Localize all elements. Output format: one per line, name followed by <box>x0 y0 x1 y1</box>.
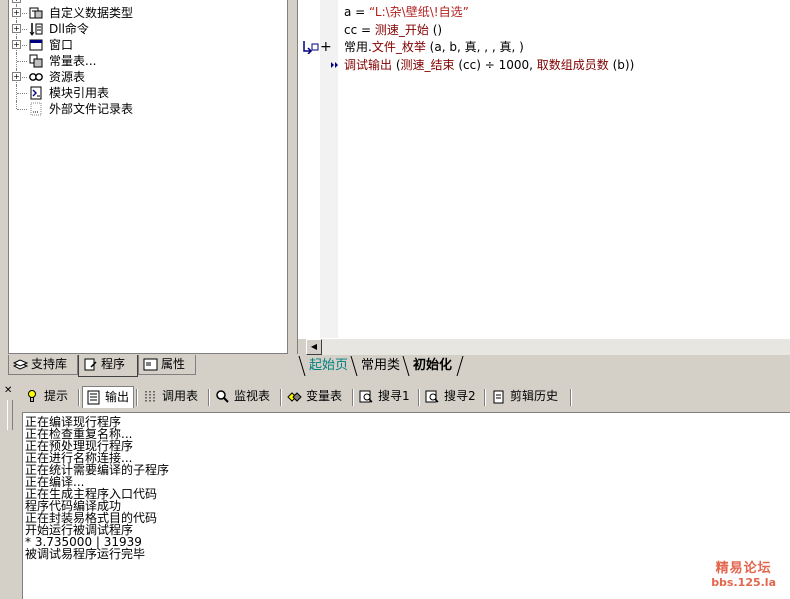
call-table-icon <box>145 391 155 402</box>
tree-item-label: Dll命令 <box>49 22 89 36</box>
tab-support-library[interactable]: 支持库 <box>8 355 78 375</box>
vertical-splitter[interactable] <box>290 0 297 378</box>
expand-icon[interactable]: + <box>12 8 21 17</box>
double-arrow-icon <box>331 62 338 68</box>
tree-item-label: 模块引用表 <box>49 86 110 100</box>
scroll-track[interactable] <box>322 339 790 355</box>
code-line-3[interactable]: 常用.文件_枚举 (a, b, 真, , , 真, ) <box>344 38 524 56</box>
panel-handle: ✕ <box>0 382 20 599</box>
code-line-2[interactable]: cc = 测速_开始 () <box>344 21 442 39</box>
tab-variables[interactable]: 变量表 <box>284 386 350 408</box>
output-text-area[interactable]: 正在编译现行程序 正在检查重复名称... 正在预处理现行程序 正在进行名称连接.… <box>22 412 790 599</box>
tree-item-external-files[interactable]: 外部文件记录表 <box>9 101 279 117</box>
output-tool-tabs: 提示 输出 调用表 监视表 变量表 搜寻1 搜寻2 剪辑历史 <box>20 386 790 408</box>
file-icon <box>30 102 42 116</box>
expand-icon[interactable]: + <box>12 24 21 33</box>
expand-icon[interactable]: + <box>12 40 21 49</box>
watermark-title: 精易论坛 <box>715 561 772 576</box>
watermark-logo: 精易论坛 bbs.125.la <box>711 557 776 589</box>
clipboard-icon <box>493 390 504 404</box>
tab-call-table[interactable]: 调用表 <box>140 386 206 408</box>
tree-item-data-types[interactable]: + 自定义数据类型 <box>9 5 279 21</box>
output-line: 被调试易程序运行完毕 <box>25 547 146 561</box>
variables-icon <box>287 392 302 402</box>
watermark-url: bbs.125.la <box>711 576 776 589</box>
tab-label: 程序 <box>101 357 126 371</box>
tab-program[interactable]: 程序 <box>78 355 138 377</box>
search-icon <box>425 390 439 403</box>
expand-icon: + <box>12 0 21 3</box>
code-editor[interactable]: a = “L:\杂\壁纸\!自选” cc = 测速_开始 () + 常用.文件_… <box>297 0 790 355</box>
tree-item-label: 外部文件记录表 <box>49 102 134 116</box>
tab-search-1[interactable]: 搜寻1 <box>356 386 416 408</box>
program-icon <box>84 358 97 371</box>
property-icon <box>143 358 158 371</box>
resource-icon <box>29 73 43 81</box>
program-tree[interactable]: + + 自定义数据类型 + Dll命令 + 窗口 <box>8 0 288 354</box>
tab-search-2[interactable]: 搜寻2 <box>422 386 482 408</box>
output-panel: ✕ 提示 输出 调用表 监视表 变量表 搜寻1 搜寻2 剪辑历史 正在编译现行程… <box>0 382 790 599</box>
tree-item-label: 窗口 <box>49 38 74 52</box>
output-icon <box>87 390 100 405</box>
hint-icon <box>28 390 36 402</box>
tab-start-page[interactable]: 起始页 <box>309 356 348 376</box>
tab-output[interactable]: 输出 <box>82 386 134 408</box>
tab-divider <box>402 356 410 376</box>
tab-divider <box>298 356 306 376</box>
step-arrow-icon[interactable] <box>301 40 319 54</box>
tab-common-class[interactable]: 常用类 <box>361 356 400 376</box>
dll-icon <box>29 23 43 36</box>
expand-plus-icon[interactable]: + <box>320 38 332 56</box>
tree-item-constants[interactable]: 常量表... <box>9 53 279 69</box>
tab-clip-history[interactable]: 剪辑历史 <box>488 386 568 408</box>
tree-item-label: 常量表... <box>49 54 97 68</box>
horizontal-scrollbar[interactable]: ◀ <box>298 338 790 355</box>
tree-item-windows[interactable]: + 窗口 <box>9 37 279 53</box>
tree-item-resources[interactable]: + 资源表 <box>9 69 279 85</box>
tree-item-label: 自定义数据类型 <box>49 6 134 20</box>
code-line-1[interactable]: a = “L:\杂\壁纸\!自选” <box>344 3 469 21</box>
tab-label: 支持库 <box>31 357 68 371</box>
tab-initialize[interactable]: 初始化 <box>413 356 452 376</box>
function-call: 测速_开始 <box>374 23 429 37</box>
tab-divider <box>350 356 358 376</box>
left-pane-tabs: 支持库 程序 属性 <box>8 355 290 377</box>
scroll-left-icon[interactable]: ◀ <box>306 339 322 355</box>
editor-tabs: 起始页 常用类 初始化 <box>297 356 790 378</box>
function-call: 调试输出 <box>344 58 393 72</box>
tab-watch[interactable]: 监视表 <box>212 386 278 408</box>
module-icon <box>30 86 42 100</box>
function-call: 测速_结束 <box>400 58 455 72</box>
tree-item-label: 资源表 <box>49 70 86 84</box>
tab-property[interactable]: 属性 <box>138 355 196 375</box>
window-icon <box>29 39 43 51</box>
constant-icon <box>29 54 43 68</box>
code-line-4[interactable]: 调试输出 (测速_结束 (cc) ÷ 1000, 取数组成员数 (b)) <box>344 56 634 74</box>
tab-label: 属性 <box>161 357 186 371</box>
close-icon[interactable]: ✕ <box>4 386 12 396</box>
grip-bar[interactable] <box>7 400 13 430</box>
tree-item-module-refs[interactable]: 模块引用表 <box>9 85 279 101</box>
function-call: 取数组成员数 <box>536 58 609 72</box>
magnifier-icon <box>216 390 229 403</box>
tree-item-dll-commands[interactable]: + Dll命令 <box>9 21 279 37</box>
library-icon <box>13 359 28 370</box>
search-icon <box>359 390 373 403</box>
tab-hint[interactable]: 提示 <box>22 386 78 408</box>
expand-icon[interactable]: + <box>12 72 21 81</box>
data-type-icon <box>29 7 43 19</box>
string-literal: “L:\杂\壁纸\!自选” <box>369 5 469 19</box>
tab-divider <box>456 356 464 376</box>
function-call: 文件_枚举 <box>371 40 426 54</box>
